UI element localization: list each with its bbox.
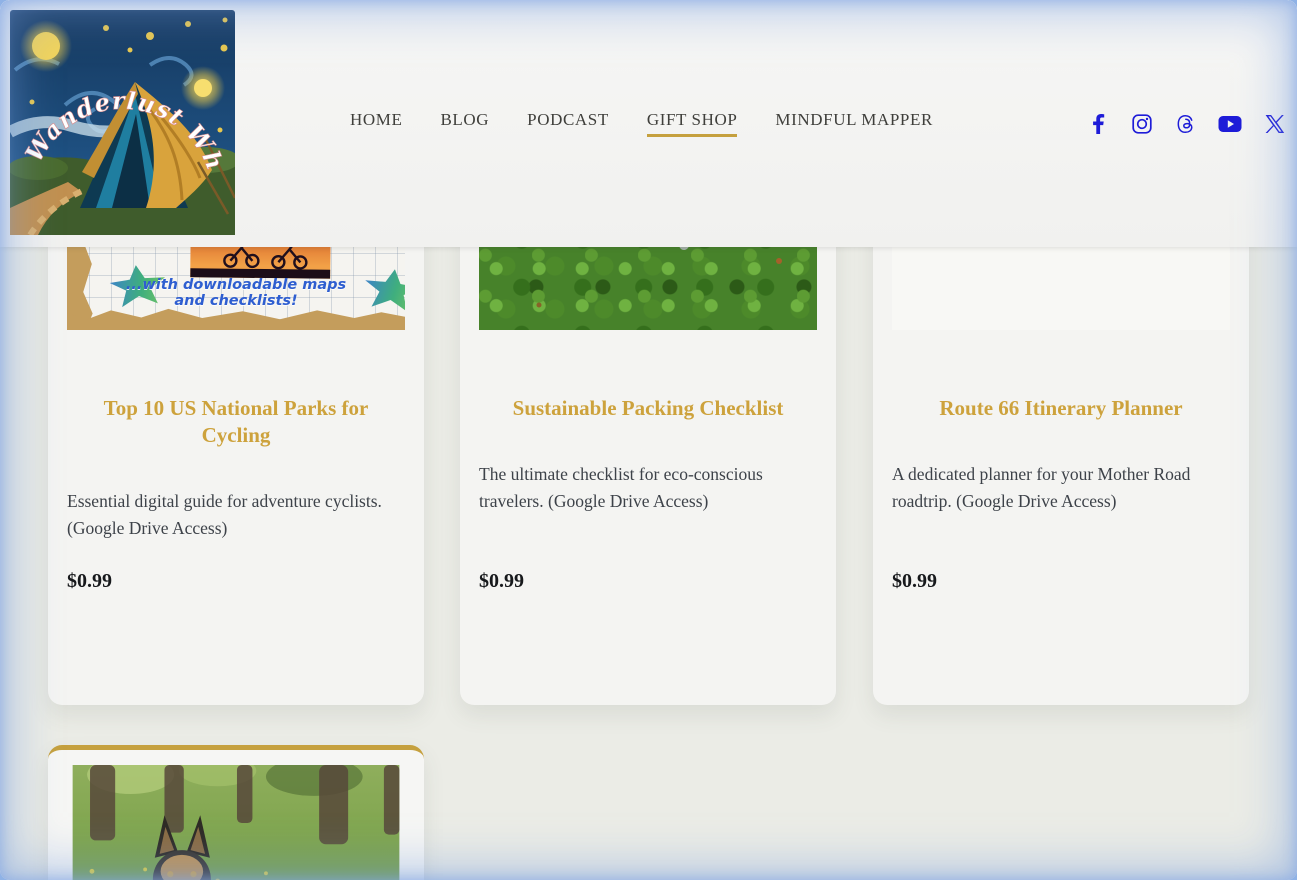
product-price: $0.99 — [479, 570, 524, 593]
social-links — [1089, 0, 1297, 247]
x-twitter-icon[interactable] — [1265, 114, 1285, 134]
product-description: A dedicated planner for your Mother Road… — [892, 461, 1230, 515]
product-description: The ultimate checklist for eco-conscious… — [479, 461, 817, 515]
site-logo[interactable]: Wanderlust Whisperz — [10, 10, 235, 235]
product-title[interactable]: Sustainable Packing Checklist — [484, 395, 812, 422]
product-card-dogs[interactable] — [48, 745, 424, 880]
product-card-body: Top 10 US National Parks for Cycling Ess… — [48, 330, 424, 542]
nav-item-blog[interactable]: BLOG — [440, 110, 489, 137]
product-card-body: Sustainable Packing Checklist The ultima… — [460, 330, 836, 515]
torn-paper-bottom — [67, 306, 405, 330]
product-description: Essential digital guide for adventure cy… — [67, 488, 405, 542]
product-image-two-dogs-park — [67, 765, 405, 880]
nav-item-home[interactable]: HOME — [350, 110, 402, 137]
threads-icon[interactable] — [1175, 114, 1195, 134]
site-header: Wanderlust Whisperz HOME BLOG PODCAST GI… — [0, 0, 1297, 247]
collage-caption-line2: and checklists! — [67, 293, 405, 309]
product-card-body: Route 66 Itinerary Planner A dedicated p… — [873, 330, 1249, 515]
instagram-icon[interactable] — [1132, 114, 1152, 134]
main-nav: HOME BLOG PODCAST GIFT SHOP MINDFUL MAPP… — [350, 0, 933, 247]
collage-caption: ...with downloadable maps and checklists… — [67, 277, 405, 309]
nav-item-podcast[interactable]: PODCAST — [527, 110, 609, 137]
product-title[interactable]: Top 10 US National Parks for Cycling — [72, 395, 400, 449]
nav-item-gift-shop[interactable]: GIFT SHOP — [647, 110, 738, 137]
youtube-icon[interactable] — [1218, 114, 1242, 134]
product-price: $0.99 — [892, 570, 937, 593]
product-price: $0.99 — [67, 570, 112, 593]
facebook-icon[interactable] — [1089, 114, 1109, 134]
page: ...with downloadable maps and checklists… — [0, 0, 1297, 880]
collage-caption-line1: ...with downloadable maps — [67, 277, 405, 293]
two-dogs-illustration — [67, 765, 405, 880]
nav-item-mindful-mapper[interactable]: MINDFUL MAPPER — [775, 110, 933, 137]
product-title[interactable]: Route 66 Itinerary Planner — [897, 395, 1225, 422]
